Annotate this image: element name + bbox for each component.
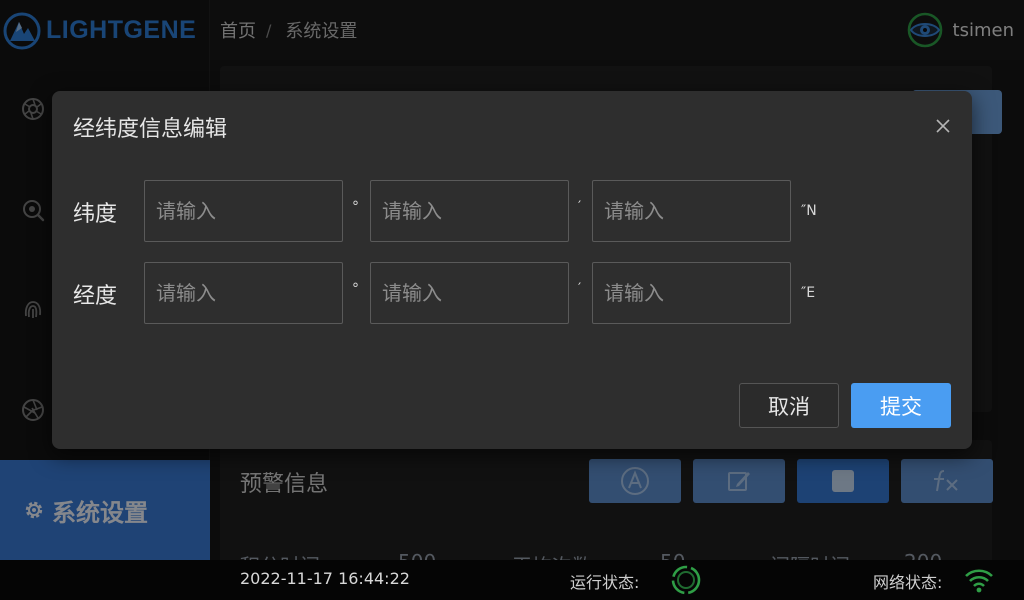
network-status-label: 网络状态: bbox=[873, 573, 943, 592]
close-icon[interactable] bbox=[934, 117, 952, 135]
longitude-degrees-input[interactable] bbox=[144, 262, 343, 324]
cancel-button[interactable]: 取消 bbox=[739, 383, 839, 428]
latitude-degrees-input[interactable] bbox=[144, 180, 343, 242]
status-bar: 2022-11-17 16:44:22 运行状态: 网络状态: bbox=[0, 560, 1024, 600]
run-status-icon bbox=[671, 565, 701, 595]
coordinate-edit-dialog: 经纬度信息编辑 纬度 ° ′ ″N 经度 ° ′ ″E 取消 提交 bbox=[52, 91, 972, 449]
latitude-minutes-input[interactable] bbox=[370, 180, 569, 242]
longitude-seconds-input[interactable] bbox=[592, 262, 791, 324]
wifi-icon bbox=[965, 569, 993, 593]
dialog-title: 经纬度信息编辑 bbox=[73, 117, 228, 142]
longitude-minute-unit: ′ bbox=[578, 281, 582, 297]
longitude-second-unit: ″E bbox=[801, 285, 816, 301]
longitude-degree-unit: ° bbox=[352, 281, 359, 297]
run-status-label: 运行状态: bbox=[570, 573, 640, 592]
submit-button[interactable]: 提交 bbox=[851, 383, 951, 428]
latitude-second-unit: ″N bbox=[801, 203, 817, 219]
latitude-degree-unit: ° bbox=[352, 199, 359, 215]
latitude-seconds-input[interactable] bbox=[592, 180, 791, 242]
longitude-minutes-input[interactable] bbox=[370, 262, 569, 324]
latitude-label: 纬度 bbox=[73, 202, 118, 227]
longitude-label: 经度 bbox=[73, 284, 118, 309]
latitude-minute-unit: ′ bbox=[578, 199, 582, 215]
app-root: LIGHTGENE 系统设置 首页 / 系统设置 tsimen 预警信息 202… bbox=[0, 0, 1024, 600]
footer-datetime: 2022-11-17 16:44:22 bbox=[240, 569, 410, 588]
